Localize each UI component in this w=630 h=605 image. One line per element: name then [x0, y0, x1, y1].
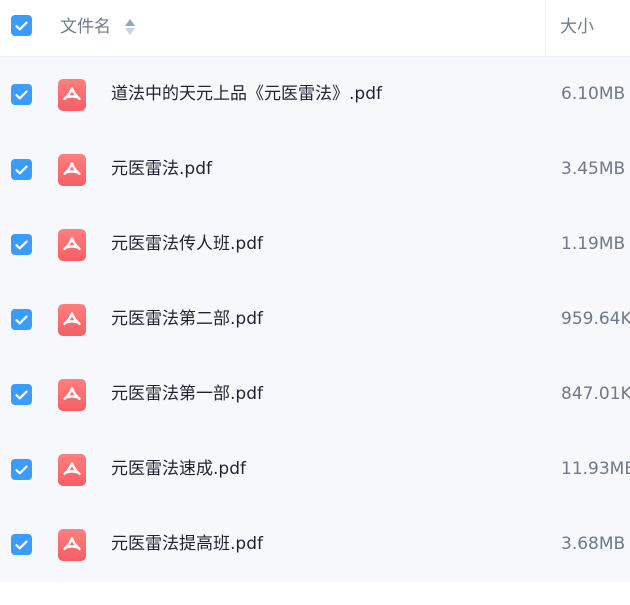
file-name[interactable]: 元医雷法传人班.pdf [111, 231, 263, 257]
column-divider[interactable] [545, 0, 546, 56]
file-name[interactable]: 道法中的天元上品《元医雷法》.pdf [111, 81, 382, 107]
file-size: 959.64K [561, 309, 630, 329]
name-column-label: 文件名 [60, 17, 111, 37]
pdf-icon [58, 454, 86, 486]
sort-icon[interactable] [125, 18, 135, 36]
file-size: 1.19MB [561, 234, 626, 254]
pdf-icon [58, 229, 86, 261]
file-size: 3.45MB [561, 159, 626, 179]
row-checkbox[interactable] [11, 459, 32, 480]
row-checkbox[interactable] [11, 534, 32, 555]
checkmark-icon [15, 315, 28, 324]
file-size: 11.93MB [561, 459, 630, 479]
file-size: 847.01K [561, 384, 630, 404]
row-checkbox[interactable] [11, 309, 32, 330]
row-checkbox[interactable] [11, 384, 32, 405]
file-rows: 道法中的天元上品《元医雷法》.pdf 6.10MB 元医雷法.pdf 3.45M… [0, 57, 630, 582]
checkmark-icon [15, 465, 28, 474]
file-row[interactable]: 元医雷法第一部.pdf 847.01K [0, 357, 630, 432]
checkmark-icon [15, 540, 28, 549]
pdf-icon [58, 304, 86, 336]
checkmark-icon [15, 90, 28, 99]
pdf-icon [58, 79, 86, 111]
file-size: 3.68MB [561, 534, 626, 554]
checkmark-icon [15, 165, 28, 174]
checkmark-icon [15, 240, 28, 249]
select-all-checkbox[interactable] [11, 15, 32, 36]
checkmark-icon [15, 21, 28, 30]
file-row[interactable]: 元医雷法速成.pdf 11.93MB [0, 432, 630, 507]
pdf-icon [58, 529, 86, 561]
pdf-icon [58, 379, 86, 411]
file-list: 文件名 大小 道法中的天元上品《元医雷法》.pdf 6.10MB 元医雷法.pd… [0, 0, 630, 605]
file-size: 6.10MB [561, 84, 626, 104]
file-name[interactable]: 元医雷法第二部.pdf [111, 306, 263, 332]
file-name[interactable]: 元医雷法.pdf [111, 156, 212, 182]
file-name[interactable]: 元医雷法速成.pdf [111, 456, 246, 482]
name-column-header[interactable]: 文件名 [60, 14, 135, 40]
file-row[interactable]: 道法中的天元上品《元医雷法》.pdf 6.10MB [0, 57, 630, 132]
pdf-icon [58, 154, 86, 186]
size-column-header[interactable]: 大小 [560, 14, 594, 40]
row-checkbox[interactable] [11, 234, 32, 255]
checkmark-icon [15, 390, 28, 399]
file-name[interactable]: 元医雷法提高班.pdf [111, 531, 263, 557]
file-row[interactable]: 元医雷法.pdf 3.45MB [0, 132, 630, 207]
file-name[interactable]: 元医雷法第一部.pdf [111, 381, 263, 407]
file-row[interactable]: 元医雷法第二部.pdf 959.64K [0, 282, 630, 357]
row-checkbox[interactable] [11, 84, 32, 105]
row-checkbox[interactable] [11, 159, 32, 180]
list-header: 文件名 大小 [0, 0, 630, 57]
file-row[interactable]: 元医雷法传人班.pdf 1.19MB [0, 207, 630, 282]
file-row[interactable]: 元医雷法提高班.pdf 3.68MB [0, 507, 630, 582]
